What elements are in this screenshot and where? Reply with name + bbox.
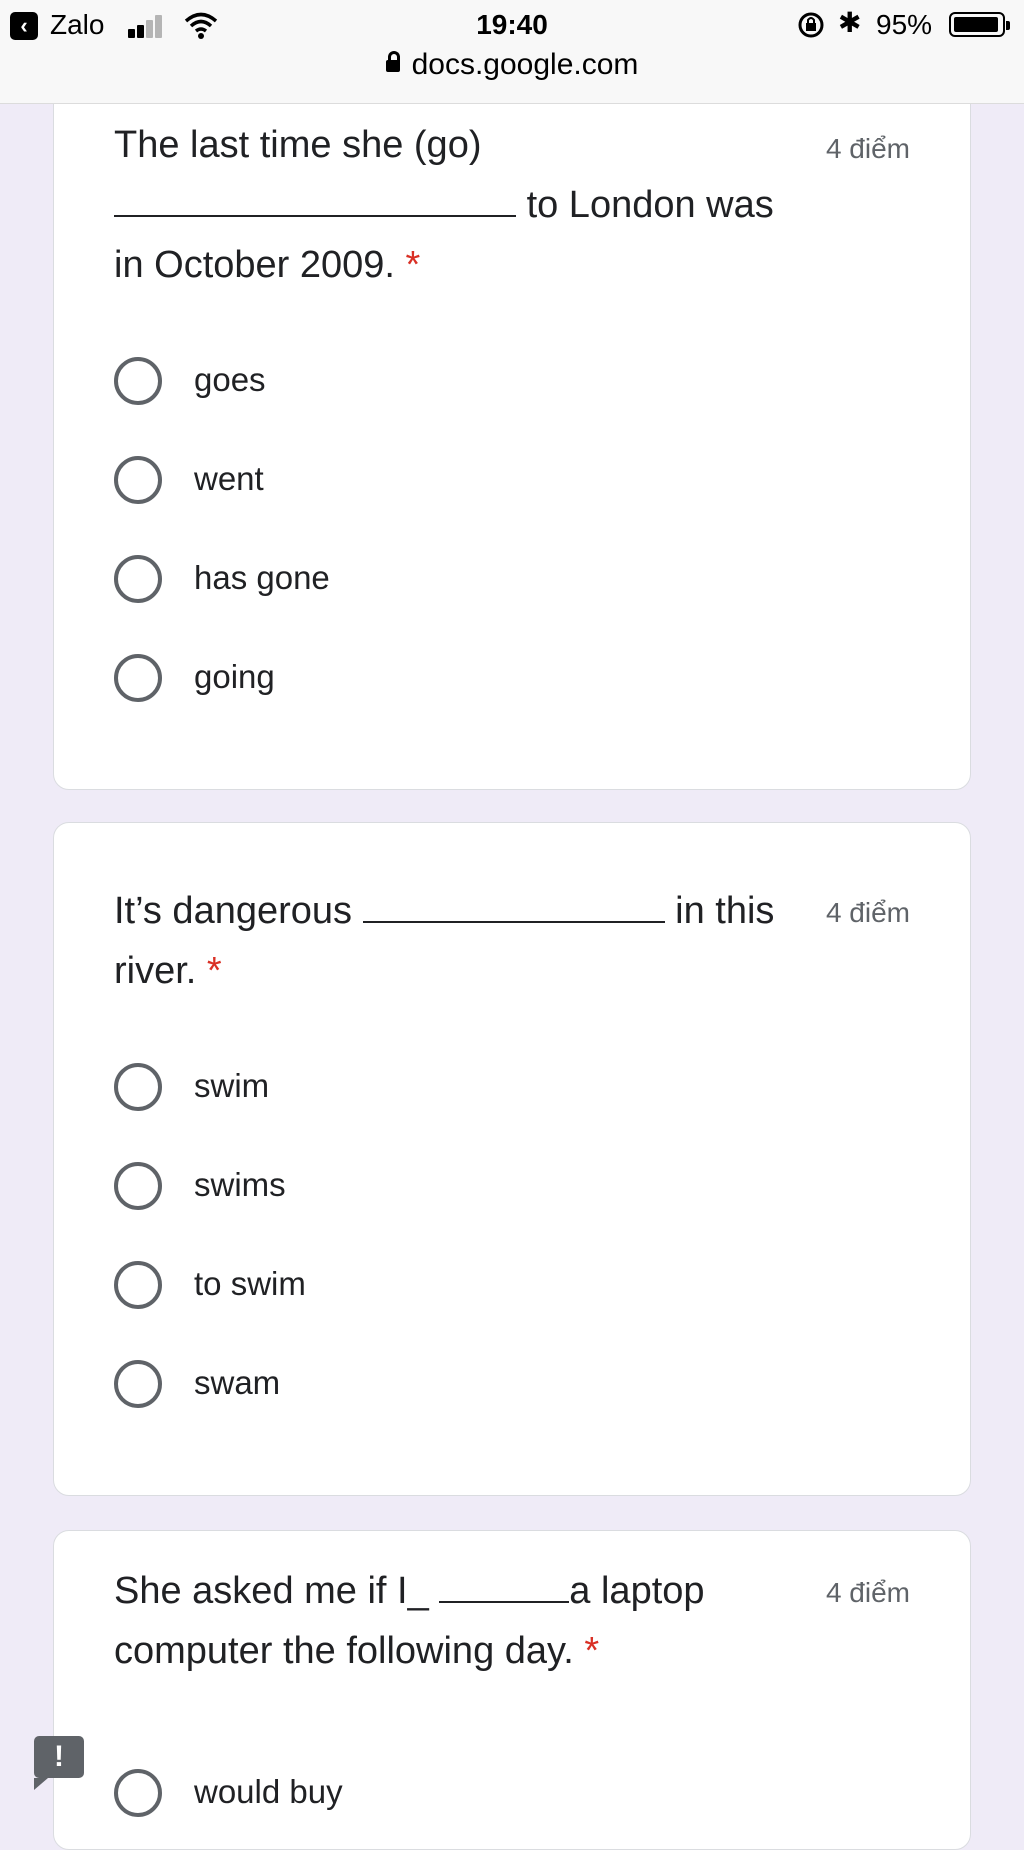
question-text: She asked me if I_ a laptop computer the…: [114, 1570, 705, 1672]
url-bar[interactable]: docs.google.com: [0, 48, 1024, 88]
top-bar: ‹ Zalo 19:40 ✱ 95% docs.google.com: [0, 0, 1024, 104]
radio-option[interactable]: going: [114, 650, 814, 706]
option-label: goes: [194, 361, 266, 398]
radio-button[interactable]: [114, 357, 162, 405]
padlock-icon: [385, 51, 400, 72]
battery-percentage: 95%: [876, 9, 933, 40]
option-label: would buy: [194, 1773, 343, 1810]
radio-button[interactable]: [114, 1360, 162, 1408]
required-asterisk: *: [405, 244, 421, 286]
radio-option[interactable]: went: [114, 452, 814, 508]
option-label: swim: [194, 1067, 270, 1104]
radio-button[interactable]: [114, 1261, 162, 1309]
radio-button[interactable]: [114, 654, 162, 702]
url-text[interactable]: docs.google.com: [412, 48, 639, 81]
question-card: The last time she (go) to London was in …: [53, 80, 971, 790]
points-label: 4 điểm: [825, 133, 910, 164]
radio-button[interactable]: [114, 1063, 162, 1111]
clock: 19:40: [476, 9, 548, 40]
battery-icon: [949, 12, 1010, 37]
question-card: It’s dangerous in this river. * 4 điểm s…: [53, 822, 971, 1496]
radio-option[interactable]: to swim: [114, 1257, 814, 1313]
radio-button[interactable]: [114, 1769, 162, 1817]
question-text: It’s dangerous in this river. *: [114, 890, 775, 992]
status-bar: ‹ Zalo 19:40 ✱ 95%: [0, 0, 1024, 50]
answer-blank: [114, 189, 516, 217]
required-asterisk: *: [206, 950, 222, 992]
radio-option[interactable]: would buy: [114, 1765, 814, 1821]
report-problem-icon[interactable]: !: [34, 1736, 84, 1790]
radio-option[interactable]: swim: [114, 1059, 814, 1115]
question-text: The last time she (go) to London was in …: [114, 124, 774, 286]
radio-button[interactable]: [114, 1162, 162, 1210]
points-label: 4 điểm: [825, 897, 910, 928]
radio-button[interactable]: [114, 555, 162, 603]
radio-option[interactable]: goes: [114, 353, 814, 409]
rotation-lock-icon: [798, 12, 824, 38]
radio-button[interactable]: [114, 456, 162, 504]
answer-blank: [362, 895, 665, 923]
option-label: swam: [194, 1364, 281, 1401]
option-label: swims: [194, 1166, 286, 1203]
points-label: 4 điểm: [825, 1577, 910, 1608]
bluetooth-icon: ✱: [838, 7, 862, 38]
radio-option[interactable]: has gone: [114, 551, 814, 607]
option-label: has gone: [194, 559, 330, 596]
option-label: went: [194, 460, 264, 497]
required-asterisk: *: [584, 1630, 600, 1672]
radio-option[interactable]: swam: [114, 1356, 814, 1412]
option-label: to swim: [194, 1265, 306, 1302]
radio-option[interactable]: swims: [114, 1158, 814, 1214]
answer-blank: [439, 1575, 570, 1603]
question-card: She asked me if I_ a laptop computer the…: [53, 1530, 971, 1850]
option-label: going: [194, 658, 275, 695]
